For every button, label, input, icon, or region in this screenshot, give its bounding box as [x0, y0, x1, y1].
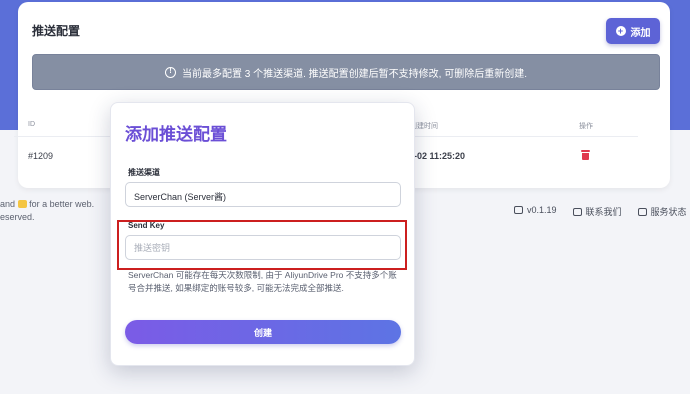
contact-label: 联系我们 — [585, 207, 622, 217]
info-alert-text: 当前最多配置 3 个推送渠道. 推送配置创建后暂不支持修改, 可删除后重新创建. — [181, 68, 527, 80]
exclamation-circle-icon: ! — [164, 66, 176, 78]
column-header-id: ID — [28, 121, 35, 128]
contact-link[interactable]: 联系我们 — [572, 205, 622, 218]
folder-emoji-icon — [17, 200, 27, 208]
trash-icon[interactable] — [581, 150, 590, 160]
footer-links: v0.1.19 联系我们 服务状态 — [514, 205, 687, 218]
create-button[interactable]: 创建 — [125, 320, 401, 344]
plus-circle-icon: + — [615, 26, 626, 36]
add-button[interactable]: + 添加 — [606, 18, 660, 44]
sync-icon — [514, 206, 523, 214]
footer-tagline: and for a better web. — [0, 199, 94, 209]
footer-tagline-suffix: for a better web. — [29, 199, 95, 209]
channel-label: 推送渠道 — [128, 168, 160, 177]
channel-select[interactable]: ServerChan (Server酱) — [125, 182, 401, 207]
info-alert: ! 当前最多配置 3 个推送渠道. 推送配置创建后暂不支持修改, 可删除后重新创… — [32, 54, 660, 90]
chat-icon — [572, 208, 582, 216]
status-label: 服务状态 — [650, 207, 687, 217]
status-link[interactable]: 服务状态 — [637, 205, 687, 218]
channel-hint: ServerChan 可能存在每天次数限制, 由于 AliyunDrive Pr… — [128, 270, 397, 293]
send-key-input[interactable] — [125, 235, 401, 260]
column-header-action: 操作 — [579, 123, 593, 130]
version-label: v0.1.19 — [527, 205, 557, 215]
status-icon — [637, 208, 647, 216]
footer-tagline-prefix: and — [0, 199, 16, 209]
card-title: 推送配置 — [32, 24, 81, 38]
modal-title: 添加推送配置 — [125, 125, 227, 144]
footer-copyright: eserved. — [0, 212, 35, 222]
add-button-label: 添加 — [630, 27, 651, 39]
version-link[interactable]: v0.1.19 — [514, 205, 557, 218]
add-push-config-modal: 添加推送配置 推送渠道 ServerChan (Server酱) Send Ke… — [110, 102, 415, 366]
row-id: #1209 — [28, 151, 54, 161]
send-key-label: Send Key — [128, 221, 165, 230]
